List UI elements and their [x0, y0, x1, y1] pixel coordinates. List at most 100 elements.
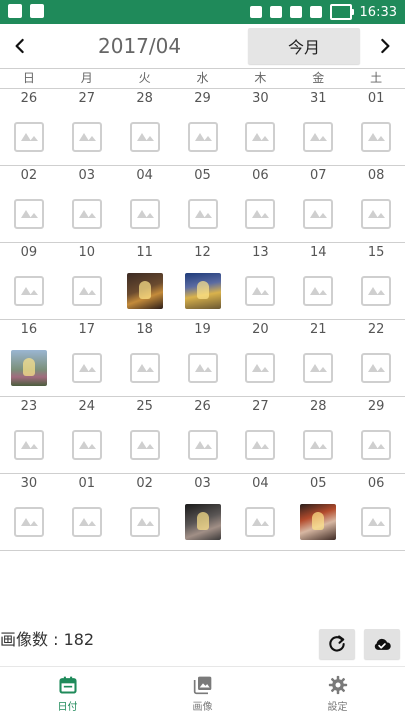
day-cell[interactable] — [116, 263, 174, 319]
day-cell[interactable] — [116, 186, 174, 242]
day-number: 30 — [252, 91, 269, 106]
day-cell[interactable] — [231, 340, 289, 396]
day-cell[interactable] — [289, 186, 347, 242]
day-cell[interactable] — [174, 109, 232, 165]
day-cell[interactable] — [231, 109, 289, 165]
day-cell[interactable] — [0, 109, 58, 165]
image-placeholder-icon — [245, 353, 276, 383]
photo-subject — [138, 281, 151, 299]
photo-thumbnail[interactable] — [126, 273, 163, 309]
day-number: 16 — [20, 322, 38, 337]
day-cell[interactable] — [58, 340, 116, 396]
image-placeholder-icon — [303, 430, 334, 460]
next-month-button[interactable] — [371, 32, 399, 60]
day-cell[interactable] — [116, 109, 174, 165]
week-divider — [0, 550, 405, 551]
week-dates: 09 10 11 12 13 14 15 — [0, 243, 405, 263]
image-placeholder-icon — [71, 276, 102, 306]
day-cell[interactable] — [347, 109, 405, 165]
weekday-label: 月 — [80, 71, 93, 85]
day-number: 04 — [252, 476, 269, 491]
tab-images[interactable]: 画像 — [135, 667, 270, 721]
day-number: 24 — [78, 399, 96, 414]
week-dates: 02 03 04 05 06 07 08 — [0, 166, 405, 186]
chevron-right-icon — [381, 38, 390, 54]
day-cell[interactable] — [174, 340, 232, 396]
week-dates: 30 01 02 03 04 05 06 — [0, 474, 405, 494]
day-cell[interactable] — [347, 186, 405, 242]
bottom-navigation: 日付 画像 設定 — [0, 666, 405, 721]
image-placeholder-icon — [13, 199, 44, 229]
day-cell[interactable] — [116, 494, 174, 550]
day-cell[interactable] — [347, 417, 405, 473]
day-cell[interactable] — [347, 263, 405, 319]
day-cell[interactable] — [0, 340, 58, 396]
day-cell[interactable] — [231, 186, 289, 242]
week-dates: 26 27 28 29 30 31 01 — [0, 89, 405, 109]
day-number: 20 — [252, 322, 269, 337]
current-month-button[interactable]: 今月 — [248, 28, 360, 64]
photo-thumbnail[interactable] — [184, 273, 221, 309]
day-number: 05 — [309, 476, 327, 491]
day-cell[interactable] — [231, 494, 289, 550]
day-number: 19 — [194, 322, 211, 337]
refresh-button[interactable] — [319, 629, 355, 659]
tab-label: 画像 — [192, 702, 213, 713]
day-cell[interactable] — [174, 417, 232, 473]
photo-subject — [22, 358, 35, 376]
day-number: 15 — [367, 245, 385, 260]
day-cell[interactable] — [116, 417, 174, 473]
day-cell[interactable] — [289, 494, 347, 550]
day-number: 25 — [136, 399, 153, 414]
day-cell[interactable] — [289, 340, 347, 396]
image-placeholder-icon — [187, 430, 218, 460]
month-title: 2017/04 — [98, 34, 182, 58]
image-placeholder-icon — [245, 276, 276, 306]
day-cell[interactable] — [347, 494, 405, 550]
day-cell[interactable] — [174, 186, 232, 242]
image-placeholder-icon — [303, 199, 334, 229]
day-cell[interactable] — [58, 263, 116, 319]
day-number: 27 — [78, 91, 96, 106]
day-number: 28 — [309, 399, 327, 414]
day-number: 26 — [194, 399, 211, 414]
day-cell[interactable] — [174, 263, 232, 319]
day-cell[interactable] — [0, 186, 58, 242]
day-cell[interactable] — [58, 494, 116, 550]
day-number: 09 — [20, 245, 38, 260]
day-cell[interactable] — [58, 417, 116, 473]
day-cell[interactable] — [58, 186, 116, 242]
image-placeholder-icon — [245, 199, 276, 229]
photo-thumbnail[interactable] — [300, 504, 337, 540]
day-cell[interactable] — [0, 494, 58, 550]
tab-date[interactable]: 日付 — [0, 667, 135, 721]
gear-icon — [328, 675, 347, 695]
day-cell[interactable] — [347, 340, 405, 396]
day-number: 03 — [78, 168, 96, 183]
calendar-icon — [58, 676, 77, 694]
status-bar: 16:33 — [0, 0, 405, 24]
cloud-sync-button[interactable] — [364, 629, 400, 659]
day-cell[interactable] — [231, 263, 289, 319]
day-cell[interactable] — [116, 340, 174, 396]
day-number: 03 — [194, 476, 211, 491]
day-cell[interactable] — [289, 263, 347, 319]
day-cell[interactable] — [58, 109, 116, 165]
day-cell[interactable] — [231, 417, 289, 473]
day-cell[interactable] — [289, 109, 347, 165]
day-number: 23 — [20, 399, 38, 414]
image-placeholder-icon — [129, 122, 160, 152]
photo-thumbnail[interactable] — [10, 350, 47, 386]
day-cell[interactable] — [0, 263, 58, 319]
photo-thumbnail[interactable] — [184, 504, 221, 540]
day-number: 29 — [194, 91, 211, 106]
day-cell[interactable] — [0, 417, 58, 473]
calendar-week-row: 09 10 11 12 13 14 15 — [0, 243, 405, 320]
day-cell[interactable] — [289, 417, 347, 473]
image-placeholder-icon — [13, 430, 44, 460]
tab-settings[interactable]: 設定 — [270, 667, 405, 721]
day-number: 05 — [194, 168, 211, 183]
day-cell[interactable] — [174, 494, 232, 550]
previous-month-button[interactable] — [6, 32, 34, 60]
day-number: 13 — [252, 245, 269, 260]
